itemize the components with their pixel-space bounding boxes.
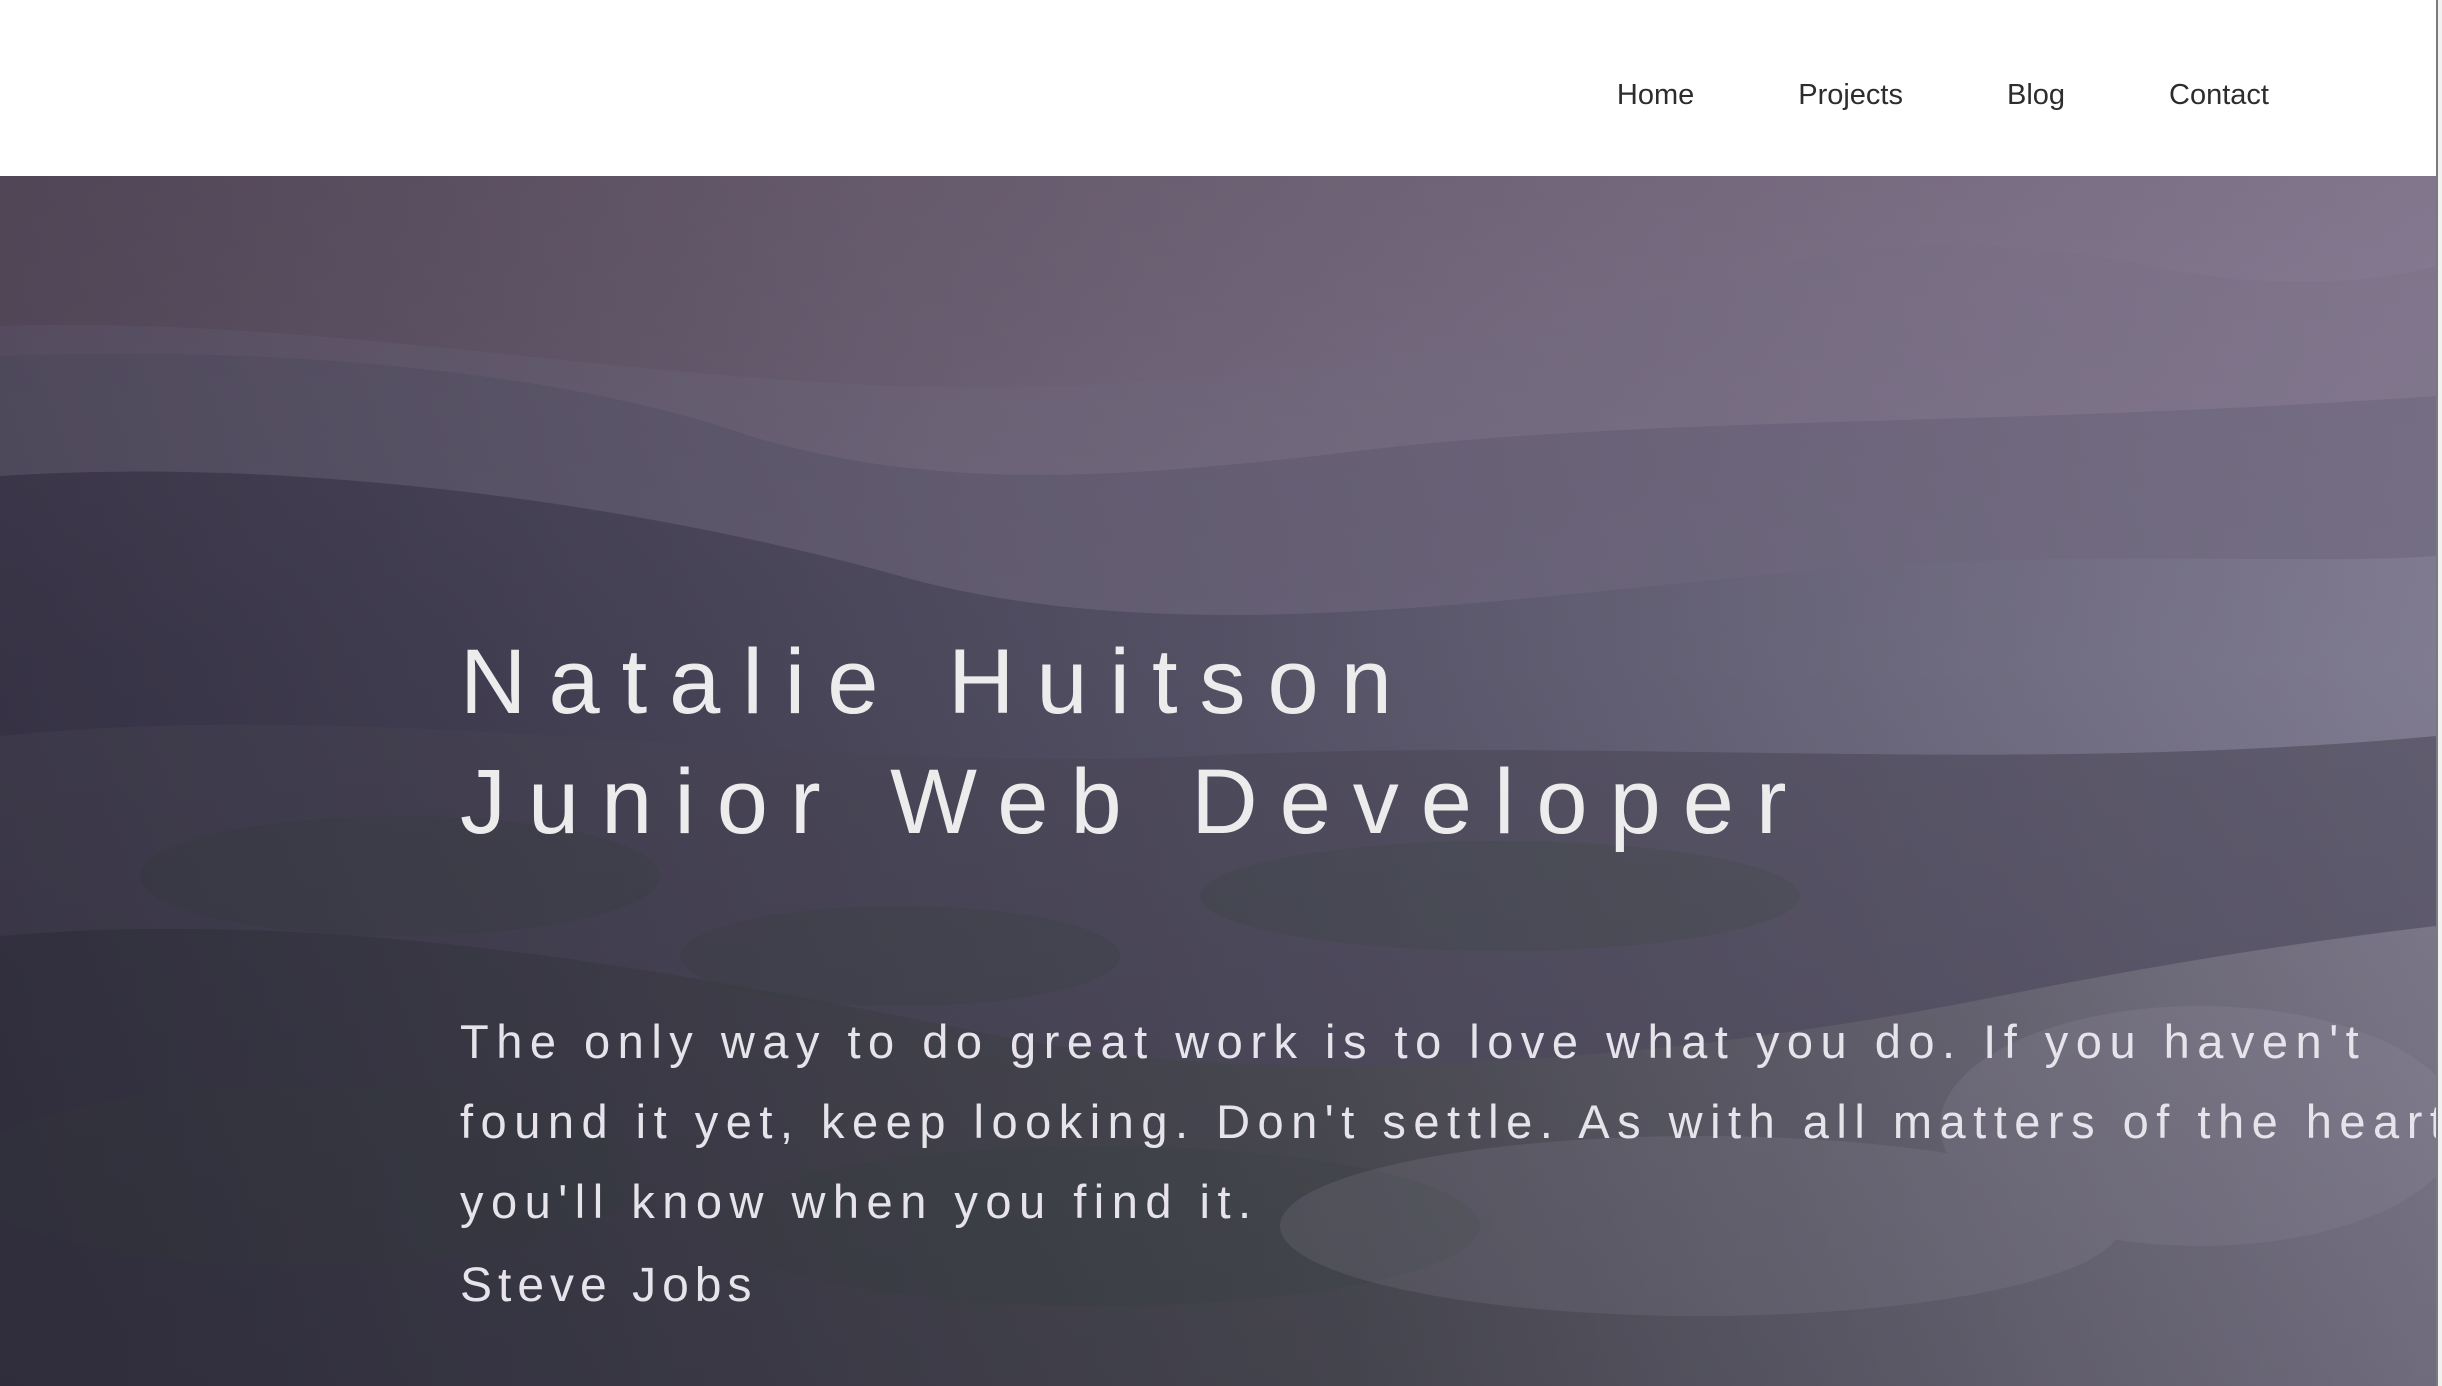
quote-line: you'll know when you find it. [460,1175,1259,1228]
hero-role: Junior Web Developer [460,751,1809,853]
nav-link-blog[interactable]: Blog [1903,75,2065,115]
hero-title: Natalie Huitson Junior Web Developer [460,622,2360,862]
nav-link-contact[interactable]: Contact [2065,75,2269,115]
nav-link-home[interactable]: Home [1617,75,1694,115]
hero-quote: The only way to do great work is to love… [460,1002,2436,1242]
nav-link-projects[interactable]: Projects [1694,75,1903,115]
quote-line: The only way to do great work is to love… [460,1015,2367,1068]
hero-content: Natalie Huitson Junior Web Developer The… [460,622,2436,1316]
hero-name: Natalie Huitson [460,631,1414,733]
hero-section: Natalie Huitson Junior Web Developer The… [0,176,2436,1386]
quote-line: found it yet, keep looking. Don't settle… [460,1095,2436,1148]
site-header: Home Projects Blog Contact [0,0,2436,176]
quote-author: Steve Jobs [460,1259,758,1312]
page: Home Projects Blog Contact Natalie Huits… [0,0,2442,1386]
scrollbar[interactable] [2436,0,2442,1386]
main-nav: Home Projects Blog Contact [1617,75,2269,115]
